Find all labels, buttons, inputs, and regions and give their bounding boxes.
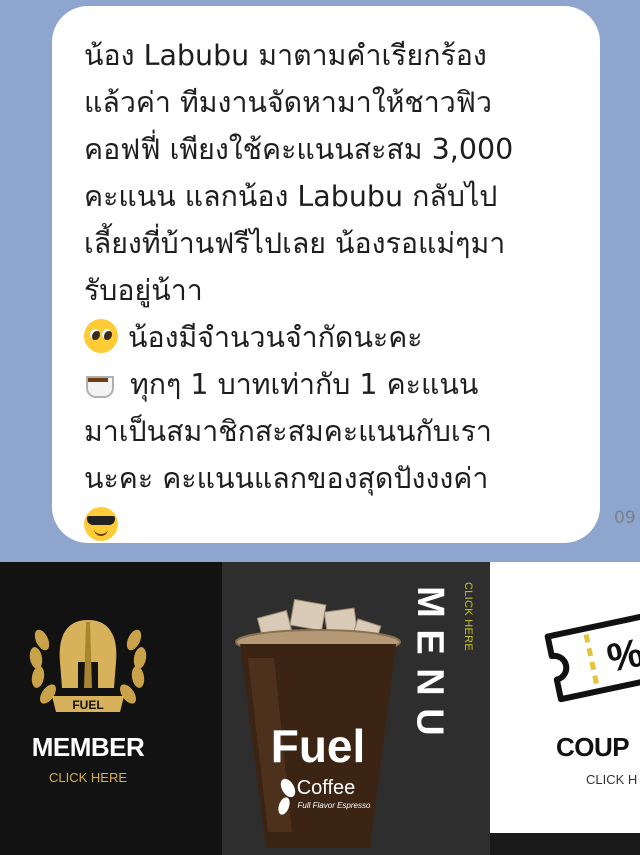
coupon-click-here: CLICK H xyxy=(586,772,638,787)
pleading-face-icon xyxy=(84,319,118,353)
message-line: นะคะ คะแนนแลกของสุดปังงงค่า xyxy=(84,462,489,495)
message-line: แล้วค่า ทีมงานจัดหามาให้ชาวฟิว xyxy=(84,86,492,119)
coupon-title: COUP xyxy=(556,732,630,762)
cup-tagline: Full Flavor Espresso xyxy=(298,801,371,810)
message-line: น้อง Labubu มาตามคำเรียกร้อง xyxy=(84,39,487,72)
message-bubble[interactable]: น้อง Labubu มาตามคำเรียกร้อง แล้วค่า ทีม… xyxy=(52,6,600,543)
coupon-bottom-bar xyxy=(490,833,640,855)
badge-text: FUEL xyxy=(72,698,103,712)
message-text: ทุกๆ 1 บาทเท่ากับ 1 คะแนน xyxy=(130,368,479,401)
message-text: น้องมีจำนวนจำกัดนะคะ xyxy=(128,321,423,354)
spartan-helmet-logo: FUEL xyxy=(29,620,147,712)
cup-brand: Fuel xyxy=(271,720,366,772)
coupon-ticket-icon: % xyxy=(544,611,640,703)
member-click-here: CLICK HERE xyxy=(48,770,128,785)
member-title: MEMBER xyxy=(31,732,145,762)
menu-letter: E xyxy=(408,629,451,655)
message-line-emoji xyxy=(84,502,576,549)
message-line: คอฟฟี่ เพียงใช้คะแนนสะสม 3,000 xyxy=(84,133,514,166)
rich-menu: FUEL MEMBER CLICK HERE Fuel Coffee Full … xyxy=(0,562,640,855)
message-line: มาเป็นสมาชิกสะสมคะแนนกับเรา xyxy=(84,415,492,448)
iced-coffee-cup-image: Fuel Coffee Full Flavor Espresso xyxy=(235,598,401,848)
message-timestamp: 09 xyxy=(614,508,636,528)
message-line-with-emoji: ทุกๆ 1 บาทเท่ากับ 1 คะแนน xyxy=(84,361,576,408)
message-line: คะแนน แลกน้อง Labubu กลับไป xyxy=(84,180,498,213)
message-line: รับอยู่น้าา xyxy=(84,274,203,307)
hot-beverage-icon xyxy=(84,366,120,400)
message-line: เลี้ยงที่บ้านฟรีไปเลย น้องรอแม่ๆมา xyxy=(84,227,506,260)
menu-letter: M xyxy=(409,586,451,618)
smiling-face-with-sunglasses-icon xyxy=(84,507,118,541)
menu-letter: N xyxy=(408,668,451,696)
coupon-tile[interactable]: % COUP CLICK H xyxy=(490,562,640,855)
chat-area: น้อง Labubu มาตามคำเรียกร้อง แล้วค่า ทีม… xyxy=(0,0,640,562)
message-line-with-emoji: น้องมีจำนวนจำกัดนะคะ xyxy=(84,314,576,361)
menu-letter: U xyxy=(408,708,451,736)
menu-click-here: CLICK HERE xyxy=(462,582,474,652)
menu-title: M E N U xyxy=(408,582,451,742)
member-tile[interactable]: FUEL MEMBER CLICK HERE xyxy=(0,562,222,855)
menu-tile[interactable]: Fuel Coffee Full Flavor Espresso M E N U… xyxy=(222,562,490,855)
cup-product: Coffee xyxy=(297,777,356,799)
